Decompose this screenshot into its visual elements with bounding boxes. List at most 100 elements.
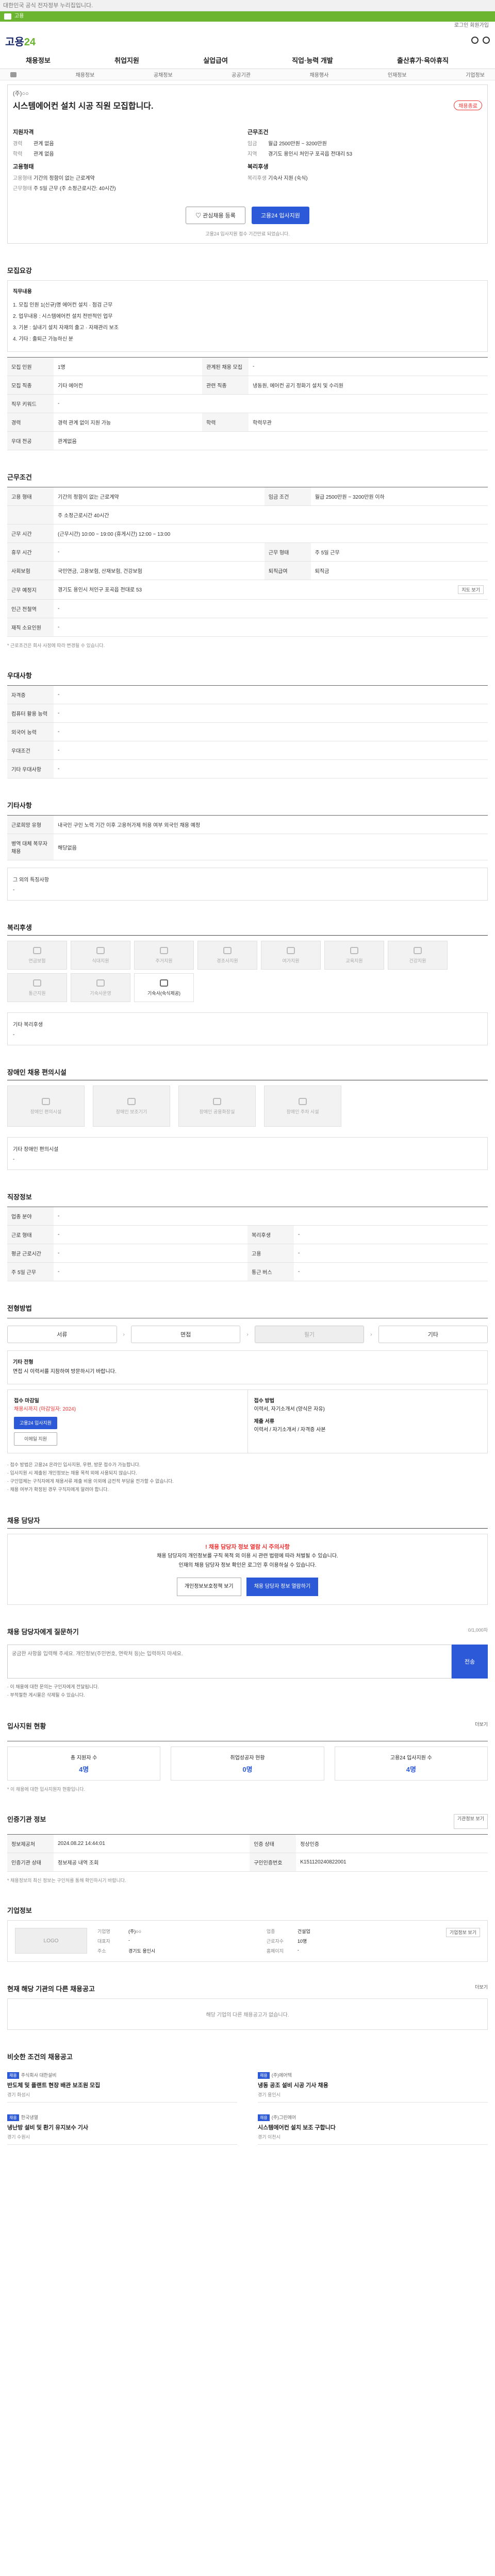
table-key: 임금 조건 xyxy=(264,487,311,506)
nav-item[interactable]: 채용정보 xyxy=(26,55,51,65)
sub-nav-item[interactable]: 공공기관 xyxy=(232,71,251,78)
table-value: - xyxy=(54,722,488,741)
menu-icon[interactable] xyxy=(483,36,490,44)
gov-bar-label: 고용 xyxy=(14,13,24,19)
table-row: 주 소정근로시간 40시간 xyxy=(7,505,488,524)
table-row: 고용 형태 기간의 정함이 없는 근로계약 임금 조건 월급 2500만원 ~ 320… xyxy=(7,487,488,506)
pension-icon xyxy=(33,946,41,954)
table-row: 모집 인원 1명 관계된 채용 모집 - xyxy=(7,357,488,376)
table-key: 경력 xyxy=(7,413,54,432)
section-company-info: 직장정보 업종 분야 - 근로 형태 - 복리후생 - 평균 근로시간 - 고용 - 주 5일… xyxy=(7,1192,488,1281)
section-other-jobs: 현재 해당 기관의 다른 채용공고 더보기 해당 기업의 다른 채용공고가 없습… xyxy=(7,1984,488,2030)
table-value: 내국인 구인 노력 기간 이후 고용허가제 허용 여부 외국인 채용 예정 xyxy=(54,815,488,834)
nav-item[interactable]: 취업지원 xyxy=(114,55,139,65)
table-value: 경력 관계 없이 지원 가능 xyxy=(54,413,203,432)
job-card-title: 시스템에어컨 설치 보조 구합니다 xyxy=(258,2125,336,2131)
table-value: - xyxy=(54,1225,248,1244)
table-key: 인증기관 상태 xyxy=(7,1853,54,1872)
table-row: 경력 경력 관계 없이 지원 가능 학력 학력무관 xyxy=(7,413,488,432)
question-input[interactable] xyxy=(7,1645,452,1679)
sub-nav-item[interactable]: 인재정보 xyxy=(388,71,407,78)
table-key: 고용 xyxy=(248,1244,294,1263)
table-key: 관련 직종 xyxy=(202,376,249,395)
map-button[interactable]: 지도 보기 xyxy=(458,585,484,594)
sub-nav-item[interactable]: 채용정보 xyxy=(76,71,95,78)
job-tag: 채용 xyxy=(7,2072,19,2079)
job-card[interactable]: 채용 (주)에어텍 냉동 공조 설비 시공 기사 채용 경기 용인시 xyxy=(258,2066,488,2103)
job-card[interactable]: 채용 주식회사 대한설비 반도체 및 플랜트 현장 배관 보조원 모집 경기 화성시 xyxy=(7,2066,237,2103)
header: 고용24 xyxy=(0,30,495,52)
sub-nav-item[interactable]: 공채정보 xyxy=(154,71,173,78)
section-title: 비슷한 조건의 채용공고 xyxy=(7,2053,73,2061)
job-location: 경기 화성시 xyxy=(7,2092,30,2097)
send-button[interactable]: 전송 xyxy=(452,1645,488,1679)
stat-value: 4명 xyxy=(79,1766,89,1773)
bullet: · 구인업체는 구직자에게 채용서류 제출 비용 이외에 금전적 부담을 전가할… xyxy=(7,1479,174,1484)
table-row: 기타 우대사항 - xyxy=(7,759,488,778)
table-row: 모집 직종 기타 에어컨 관련 직종 냉동원, 에어컨 공기 정화기 설치 및 수리원 xyxy=(7,376,488,395)
other-jobs-more-link[interactable]: 더보기 xyxy=(475,1984,488,1998)
nav-item[interactable]: 출산휴가·육아휴직 xyxy=(397,55,449,65)
welfare-label: 통근지원 xyxy=(28,990,46,996)
nav-item[interactable]: 실업급여 xyxy=(203,55,228,65)
welfare-item: 통근지원 xyxy=(7,973,67,1002)
table-row: 근무 예정지 경기도 용인시 처인구 포곡읍 전대로 53 지도 보기 xyxy=(7,580,488,600)
summary-key: 학력 xyxy=(13,151,23,157)
apply-deadline-head: 접수 마감일 xyxy=(14,1398,39,1404)
table-value: 주 5일 근무 xyxy=(310,543,488,562)
summary-value: 관계 없음 xyxy=(34,141,54,147)
disability-item: 장애인 공용화장실 xyxy=(178,1086,256,1127)
company-info-button[interactable]: 기업정보 보기 xyxy=(446,1928,480,1937)
util-links[interactable]: 로그인 회원가입 xyxy=(0,22,495,30)
company-key: 기업명 xyxy=(97,1929,110,1934)
nav-item[interactable]: 직업·능력 개발 xyxy=(292,55,333,65)
table-value: - xyxy=(54,1262,248,1281)
table-row: 평균 근로시간 - 고용 - xyxy=(7,1244,488,1263)
qna-notes: · 이 채용에 대한 문의는 구인자에게 전달됩니다. · 부적절한 게시물은 … xyxy=(7,1683,488,1699)
char-count: 0/1,000자 xyxy=(468,1628,488,1633)
home-icon[interactable] xyxy=(10,72,16,77)
bullet: · 채용 여부가 확정된 경우 구직자에게 알려야 합니다. xyxy=(7,1487,109,1492)
scrap-button[interactable]: ♡ 관심채용 등록 xyxy=(186,207,245,224)
disability-other-box: 기타 장애인 편의시설 - xyxy=(7,1137,488,1170)
table-row: 업종 분야 - xyxy=(7,1207,488,1226)
sub-nav-item[interactable]: 채용행사 xyxy=(310,71,329,78)
disability-other-head: 기타 장애인 편의시설 xyxy=(13,1147,59,1153)
table-value: - xyxy=(54,759,488,778)
search-icon[interactable] xyxy=(471,36,478,44)
company-info-table: 업종 분야 - 근로 형태 - 복리후생 - 평균 근로시간 - 고용 - 주 5일 근무 - 통… xyxy=(7,1207,488,1281)
contact-line: 인재의 채용 담당자 정보 확인은 로그인 후 이용하실 수 있습니다. xyxy=(178,1563,317,1568)
logo[interactable]: 고용24 xyxy=(5,33,36,48)
job-card[interactable]: 채용 (주)그린에어 시스템에어컨 설치 보조 구합니다 경기 이천시 xyxy=(258,2109,488,2145)
table-key: 인근 전철역 xyxy=(7,599,54,618)
table-value: - xyxy=(54,618,488,637)
table-key: 복리후생 xyxy=(248,1225,294,1244)
contact-alert: ! 채용 담당자 정보 열람 시 주의사항 xyxy=(205,1544,290,1550)
stat-value: 4명 xyxy=(406,1766,416,1773)
stats-more-link[interactable]: 더보기 xyxy=(475,1721,488,1736)
apply-online-button[interactable]: 고용24 입사지원 xyxy=(14,1417,57,1429)
process-step: 필기 xyxy=(254,1326,365,1343)
agency-info-button[interactable]: 기관정보 보기 xyxy=(453,1814,488,1829)
section-title: 입사지원 현황 xyxy=(7,1722,46,1730)
sub-nav-item[interactable]: 기업정보 xyxy=(466,71,485,78)
welfare-label: 기숙사(숙식제공) xyxy=(147,990,180,996)
table-value: 학력무관 xyxy=(249,413,488,432)
table-value: 1명 xyxy=(54,357,203,376)
welfare-other-head: 기타 복리후생 xyxy=(13,1022,43,1028)
section-title: 전형방법 xyxy=(7,1304,32,1312)
table-value: 냉동원, 에어컨 공기 정화기 설치 및 수리원 xyxy=(249,376,488,395)
section-stats: 입사지원 현황 더보기 총 지원자 수 4명 취업성공자 현황 0명 고용24 입사… xyxy=(7,1721,488,1792)
section-qna: 채용 담당자에게 질문하기 0/1,000자 전송 · 이 채용에 대한 문의는… xyxy=(7,1626,488,1699)
privacy-button[interactable]: 개인정보보호정책 보기 xyxy=(176,1578,241,1596)
stat-card: 총 지원자 수 4명 xyxy=(7,1747,161,1781)
summary-key: 지역 xyxy=(248,151,257,157)
stat-card: 취업성공자 현황 0명 xyxy=(171,1747,324,1781)
apply-email-button[interactable]: 이메일 지원 xyxy=(14,1432,57,1446)
table-row: 휴무 시간 - 근무 형태 주 5일 근무 xyxy=(7,543,488,562)
job-location: 경기 이천시 xyxy=(258,2134,280,2140)
apply-button[interactable]: 고용24 입사지원 xyxy=(251,207,309,224)
job-card[interactable]: 채용 한국냉열 냉난방 설비 및 환기 유지보수 기사 경기 수원시 xyxy=(7,2109,237,2145)
welfare-label: 기숙사운영 xyxy=(90,990,111,996)
view-contact-button[interactable]: 채용 담당자 정보 열람하기 xyxy=(246,1578,319,1596)
